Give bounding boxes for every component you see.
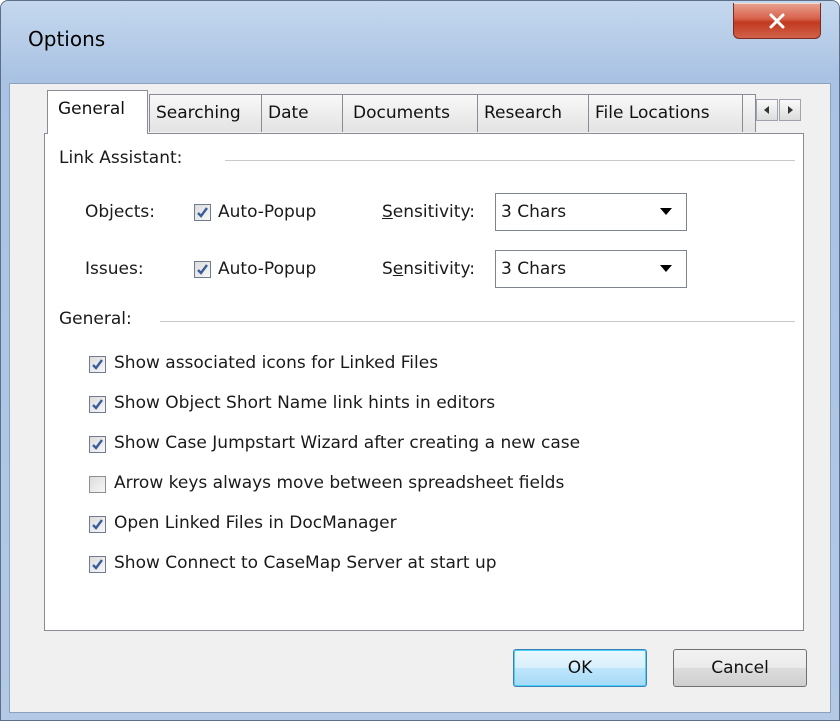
- option-checkbox[interactable]: [89, 436, 106, 453]
- tab-documents[interactable]: Documents: [342, 94, 478, 132]
- option-label: Open Linked Files in DocManager: [114, 513, 397, 533]
- issues-sensitivity-label: Sensitivity:: [382, 259, 476, 279]
- objects-sensitivity-value: 3 Chars: [501, 202, 567, 222]
- link-assistant-group-label: Link Assistant:: [59, 148, 191, 168]
- chevron-down-icon: [660, 265, 672, 272]
- tab-searching[interactable]: Searching: [149, 94, 262, 132]
- option-label: Show Case Jumpstart Wizard after creatin…: [114, 433, 581, 453]
- close-icon: [769, 13, 785, 28]
- chevron-down-icon: [660, 208, 672, 215]
- window-title: Options: [28, 27, 106, 51]
- option-label: Show Object Short Name link hints in edi…: [114, 393, 496, 413]
- checkmark-icon: [92, 519, 103, 530]
- checkmark-icon: [92, 399, 103, 410]
- checkmark-icon: [197, 207, 208, 218]
- issues-label: Issues:: [85, 259, 144, 279]
- group-divider: [225, 160, 795, 161]
- option-label: Arrow keys always move between spreadshe…: [114, 473, 565, 493]
- tab-research[interactable]: Research: [477, 94, 589, 132]
- tab-date[interactable]: Date: [261, 94, 343, 132]
- ok-button[interactable]: OK: [513, 649, 647, 687]
- objects-autopopup-checkbox[interactable]: [194, 204, 211, 221]
- title-bar[interactable]: Options: [1, 1, 839, 83]
- group-divider: [160, 321, 795, 322]
- option-label: Show associated icons for Linked Files: [114, 353, 439, 373]
- option-label: Show Connect to CaseMap Server at start …: [114, 553, 497, 573]
- issues-sensitivity-select[interactable]: 3 Chars: [495, 250, 687, 288]
- issues-autopopup-label: Auto-Popup: [218, 259, 317, 279]
- tab-overflow-partial[interactable]: [742, 94, 756, 132]
- tab-strip: General Searching Date Documents Researc…: [47, 88, 837, 134]
- option-checkbox[interactable]: [89, 476, 106, 493]
- tab-scroll-left-button[interactable]: [756, 99, 778, 121]
- close-button[interactable]: [733, 3, 821, 39]
- options-dialog: Options General Searching Date Documents…: [0, 0, 840, 721]
- checkmark-icon: [92, 359, 103, 370]
- objects-sensitivity-select[interactable]: 3 Chars: [495, 193, 687, 231]
- checkmark-icon: [92, 439, 103, 450]
- checkmark-icon: [92, 559, 103, 570]
- issues-sensitivity-value: 3 Chars: [501, 259, 567, 279]
- objects-label: Objects:: [85, 202, 155, 222]
- option-checkbox[interactable]: [89, 356, 106, 373]
- arrow-right-icon: [788, 106, 793, 114]
- checkmark-icon: [197, 264, 208, 275]
- arrow-left-icon: [764, 106, 769, 114]
- tab-scroll-right-button[interactable]: [779, 99, 801, 121]
- objects-sensitivity-label: Sensitivity:: [382, 202, 475, 222]
- general-tab-panel: Link Assistant: Objects: Auto-Popup Sens…: [44, 133, 804, 631]
- issues-autopopup-checkbox[interactable]: [194, 261, 211, 278]
- option-checkbox[interactable]: [89, 516, 106, 533]
- option-checkbox[interactable]: [89, 556, 106, 573]
- general-group-label: General:: [59, 309, 140, 329]
- tab-general[interactable]: General: [47, 90, 148, 134]
- tab-file-locations[interactable]: File Locations: [588, 94, 743, 132]
- cancel-button[interactable]: Cancel: [673, 649, 807, 687]
- objects-autopopup-label: Auto-Popup: [218, 202, 317, 222]
- dialog-client-area: General Searching Date Documents Researc…: [9, 83, 831, 713]
- option-checkbox[interactable]: [89, 396, 106, 413]
